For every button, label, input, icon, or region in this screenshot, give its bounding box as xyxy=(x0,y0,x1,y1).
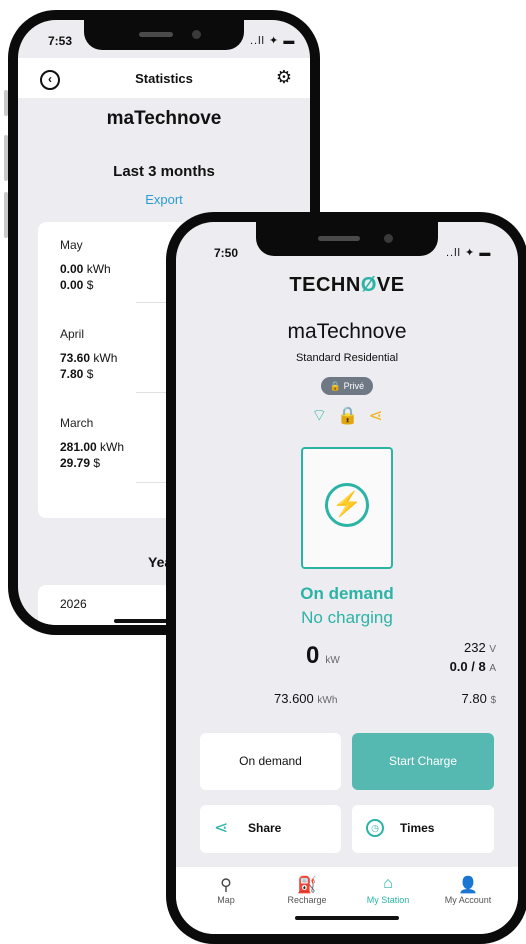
station-name: maTechnove xyxy=(287,320,407,343)
share-icon: ⋖ xyxy=(214,818,229,837)
user-icon: 👤 xyxy=(458,877,478,894)
times-button[interactable]: ◷ Times xyxy=(352,805,494,853)
month-item: May 0.00 kWh 0.00 $ xyxy=(60,238,111,293)
voltage-reading: 232 V xyxy=(464,640,496,655)
on-demand-button[interactable]: On demand xyxy=(200,733,341,790)
month-energy: 0.00 kWh xyxy=(60,262,111,276)
year-label: 2026 xyxy=(60,597,87,611)
station-type: Standard Residential xyxy=(295,352,399,364)
lightning-icon: ⚡ xyxy=(325,483,369,527)
speaker xyxy=(139,32,173,37)
nav-my-account[interactable]: 👤 My Account xyxy=(428,875,508,905)
brand-logo: TECHNØVE xyxy=(289,274,405,296)
current-reading: 0.0 / 8 A xyxy=(449,659,496,674)
clock-icon: ◷ xyxy=(366,819,384,837)
status-time: 7:53 xyxy=(48,34,73,48)
period-title: Last 3 months xyxy=(113,163,215,180)
energy-reading: 73.600 kWh xyxy=(274,691,338,706)
cost-reading: 7.80 $ xyxy=(461,691,497,706)
my-station-screen: 7:50 ..ll ✦ ▬ TECHNØVE maTechnove Standa… xyxy=(176,222,518,934)
page-title: Statistics xyxy=(135,71,193,86)
nav-recharge[interactable]: ⛽ Recharge xyxy=(267,875,347,905)
share-button[interactable]: ⋖ Share xyxy=(200,805,341,853)
start-charge-button[interactable]: Start Charge xyxy=(352,733,494,790)
status-icons: ..ll ✦ ▬ xyxy=(446,247,492,259)
speaker xyxy=(318,236,360,241)
gear-icon[interactable]: ⚙ xyxy=(276,67,292,88)
status-icons: ..ll ✦ ▬ xyxy=(250,35,296,47)
privacy-badge: 🔒 Privé xyxy=(321,377,373,395)
side-button xyxy=(4,90,8,116)
month-name: March xyxy=(60,416,94,430)
power-reading: 0 kW xyxy=(306,642,340,669)
phone-my-station: 7:50 ..ll ✦ ▬ TECHNØVE maTechnove Standa… xyxy=(166,212,526,944)
camera xyxy=(192,30,201,39)
month-energy: 281.00 kWh xyxy=(60,440,125,454)
charging-station-icon: ⛽ xyxy=(297,877,317,894)
export-link[interactable]: Export xyxy=(18,192,310,207)
status-time: 7:50 xyxy=(214,246,239,260)
month-cost: 7.80 $ xyxy=(60,367,94,381)
month-item: March 281.00 kWh 29.79 $ xyxy=(60,416,124,471)
lock-icon: 🔒 xyxy=(337,406,359,425)
month-energy: 73.60 kWh xyxy=(60,351,118,365)
month-item: April 73.60 kWh 7.80 $ xyxy=(60,327,117,382)
header-bar: ‹ Statistics ⚙ xyxy=(18,58,310,98)
wifi-icon: ⌔ xyxy=(311,406,328,425)
charge-state: No charging xyxy=(301,608,393,627)
home-indicator xyxy=(295,916,399,920)
month-name: May xyxy=(60,238,83,252)
share-icon[interactable]: ⋖ xyxy=(368,406,382,425)
nav-my-station[interactable]: ⌂ My Station xyxy=(348,875,428,905)
camera xyxy=(384,234,393,243)
month-cost: 29.79 $ xyxy=(60,456,101,470)
bottom-nav: ⚲ Map ⛽ Recharge ⌂ My Station 👤 My Account xyxy=(176,867,518,934)
month-cost: 0.00 $ xyxy=(60,278,94,292)
month-name: April xyxy=(60,327,85,341)
charger-graphic: ⚡ xyxy=(301,447,393,569)
status-icon-row: ⌔ 🔒 ⋖ xyxy=(176,405,518,426)
map-pin-icon: ⚲ xyxy=(220,877,232,894)
nav-map[interactable]: ⚲ Map xyxy=(186,875,266,905)
notch xyxy=(256,222,438,256)
share-label: Share xyxy=(248,821,282,835)
notch xyxy=(84,20,244,50)
times-label: Times xyxy=(400,821,435,835)
charge-mode: On demand xyxy=(300,584,394,603)
side-button xyxy=(4,192,8,238)
station-name: maTechnove xyxy=(106,108,222,129)
side-button xyxy=(4,135,8,181)
home-icon: ⌂ xyxy=(383,875,393,892)
